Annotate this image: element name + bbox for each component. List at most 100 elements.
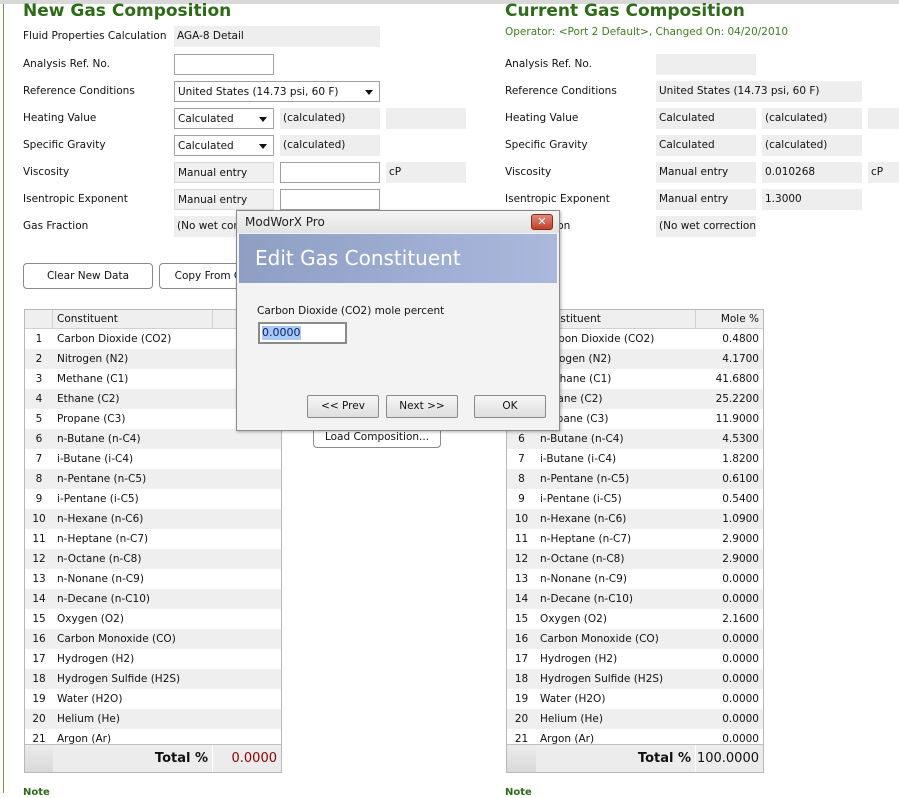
table-row[interactable]: 10 n-Hexane (n-C6) 1.0900	[507, 509, 763, 529]
constituent-field-label: Carbon Dioxide (CO2) mole percent	[257, 305, 445, 317]
table-row[interactable]: 12 n-Octane (n-C8) 2.9000	[507, 549, 763, 569]
table-row[interactable]: 19 Water (H2O) 0.0000	[507, 689, 763, 709]
mole-percent-value[interactable]: 0.4800	[696, 329, 763, 349]
mole-percent-value[interactable]: 11.9000	[696, 409, 763, 429]
table-row[interactable]: 9 i-Pentane (i-C5) 0.5400	[507, 489, 763, 509]
prev-button[interactable]: << Prev	[307, 395, 379, 418]
constituent-name: Water (H2O)	[57, 693, 123, 705]
current-isen-mode: Manual entry	[656, 189, 756, 210]
table-row[interactable]: 8 n-Pentane (n-C5)	[25, 469, 281, 489]
heating-mode-select[interactable]: Calculated	[174, 108, 274, 129]
ok-button[interactable]: OK	[474, 395, 546, 418]
table-row[interactable]: 13 n-Nonane (n-C9)	[25, 569, 281, 589]
clear-new-data-button[interactable]: Clear New Data	[23, 263, 153, 289]
mole-percent-value[interactable]: 0.0000	[696, 589, 763, 609]
table-row[interactable]: 7 i-Butane (i-C4) 1.8200	[507, 449, 763, 469]
mole-percent-value[interactable]: 0.0000	[696, 649, 763, 669]
current-analysis-ref	[656, 54, 756, 75]
row-number: 11	[32, 533, 46, 545]
mole-percent-value[interactable]: 0.0000	[696, 629, 763, 649]
constituent-name: Helium (He)	[540, 713, 603, 725]
table-row[interactable]: 8 n-Pentane (n-C5) 0.6100	[507, 469, 763, 489]
table-row[interactable]: 6 n-Butane (n-C4) 4.5300	[507, 429, 763, 449]
table-row[interactable]: 19 Water (H2O)	[25, 689, 281, 709]
table-row[interactable]: 13 n-Nonane (n-C9) 0.0000	[507, 569, 763, 589]
mole-percent-value[interactable]: 0.0000	[696, 669, 763, 689]
label-heating-value: Heating Value	[505, 112, 579, 124]
table-row[interactable]: 14 n-Decane (n-C10)	[25, 589, 281, 609]
table-row[interactable]: 20 Helium (He) 0.0000	[507, 709, 763, 729]
table-row[interactable]: 18 Hydrogen Sulfide (H2S)	[25, 669, 281, 689]
mole-percent-value[interactable]	[213, 549, 281, 569]
mole-percent-value[interactable]: 4.5300	[696, 429, 763, 449]
mole-percent-value[interactable]: 2.9000	[696, 529, 763, 549]
table-row[interactable]: 18 Hydrogen Sulfide (H2S) 0.0000	[507, 669, 763, 689]
mole-percent-value[interactable]	[213, 509, 281, 529]
table-row[interactable]: 17 Hydrogen (H2) 0.0000	[507, 649, 763, 669]
mole-percent-value[interactable]: 2.9000	[696, 549, 763, 569]
close-icon[interactable]: ✕	[531, 214, 553, 230]
mole-percent-value[interactable]	[213, 709, 281, 729]
sg-mode-select[interactable]: Calculated	[174, 135, 274, 156]
table-row[interactable]: 7 i-Butane (i-C4)	[25, 449, 281, 469]
mole-percent-value[interactable]: 0.0000	[696, 569, 763, 589]
mole-percent-value[interactable]	[213, 629, 281, 649]
constituent-name: Methane (C1)	[57, 373, 129, 385]
analysis-ref-input[interactable]	[174, 54, 274, 75]
mole-percent-value[interactable]: 2.1600	[696, 609, 763, 629]
mole-percent-value[interactable]: 0.5400	[696, 489, 763, 509]
table-row[interactable]: 9 i-Pentane (i-C5)	[25, 489, 281, 509]
table-row[interactable]: 11 n-Heptane (n-C7)	[25, 529, 281, 549]
row-number: 2	[35, 353, 43, 365]
fluid-calc-value: AGA-8 Detail	[174, 26, 380, 47]
mole-percent-value[interactable]: 4.1700	[696, 349, 763, 369]
mole-percent-value[interactable]	[213, 469, 281, 489]
mole-percent-value[interactable]	[213, 589, 281, 609]
table-row[interactable]: 15 Oxygen (O2) 2.1600	[507, 609, 763, 629]
mole-percent-value[interactable]: 0.6100	[696, 469, 763, 489]
table-row[interactable]: 6 n-Butane (n-C4)	[25, 429, 281, 449]
mole-percent-value[interactable]	[213, 649, 281, 669]
constituent-name: i-Pentane (i-C5)	[540, 493, 622, 505]
table-row[interactable]: 11 n-Heptane (n-C7) 2.9000	[507, 529, 763, 549]
row-number: 18	[514, 673, 529, 685]
mole-percent-value[interactable]	[213, 689, 281, 709]
mole-percent-value[interactable]: 0.0000	[696, 689, 763, 709]
mole-percent-value[interactable]	[213, 489, 281, 509]
table-row[interactable]: 12 n-Octane (n-C8)	[25, 549, 281, 569]
header-mole-percent[interactable]: Mole %	[696, 310, 763, 328]
mole-percent-value[interactable]: 1.0900	[696, 509, 763, 529]
table-row[interactable]: 15 Oxygen (O2)	[25, 609, 281, 629]
total-value: 100.0000	[696, 751, 759, 766]
constituent-name: Nitrogen (N2)	[57, 353, 129, 365]
table-row[interactable]: 17 Hydrogen (H2)	[25, 649, 281, 669]
mole-percent-value[interactable]: 25.2200	[696, 389, 763, 409]
mole-percent-value[interactable]	[213, 609, 281, 629]
current-sg-value: (calculated)	[762, 135, 862, 156]
header-constituent[interactable]: Constituent	[536, 310, 696, 328]
row-number: 13	[32, 573, 46, 585]
mole-percent-value[interactable]: 0.0000	[696, 709, 763, 729]
mole-percent-value[interactable]	[213, 569, 281, 589]
mole-percent-value[interactable]: 1.8200	[696, 449, 763, 469]
mole-percent-value[interactable]	[213, 529, 281, 549]
row-number: 19	[32, 693, 46, 705]
mole-percent-value[interactable]	[213, 669, 281, 689]
constituent-name: n-Heptane (n-C7)	[57, 533, 149, 545]
header-constituent[interactable]: Constituent	[53, 310, 213, 328]
table-row[interactable]: 20 Helium (He)	[25, 709, 281, 729]
ref-conditions-select[interactable]: United States (14.73 psi, 60 F)	[174, 81, 380, 102]
table-row[interactable]: 10 n-Hexane (n-C6)	[25, 509, 281, 529]
mole-percent-value[interactable]	[213, 449, 281, 469]
row-number: 8	[518, 473, 525, 485]
table-row[interactable]: 16 Carbon Monoxide (CO)	[25, 629, 281, 649]
viscosity-input[interactable]	[280, 162, 380, 183]
next-button[interactable]: Next >>	[386, 395, 458, 418]
mole-percent-value[interactable]	[213, 429, 281, 449]
table-row[interactable]: 16 Carbon Monoxide (CO) 0.0000	[507, 629, 763, 649]
chevron-down-icon	[365, 90, 373, 95]
table-row[interactable]: 14 n-Decane (n-C10) 0.0000	[507, 589, 763, 609]
mole-percent-value[interactable]: 41.6800	[696, 369, 763, 389]
isentropic-input[interactable]	[280, 189, 380, 210]
mole-percent-input[interactable]: 0.0000	[258, 322, 347, 344]
